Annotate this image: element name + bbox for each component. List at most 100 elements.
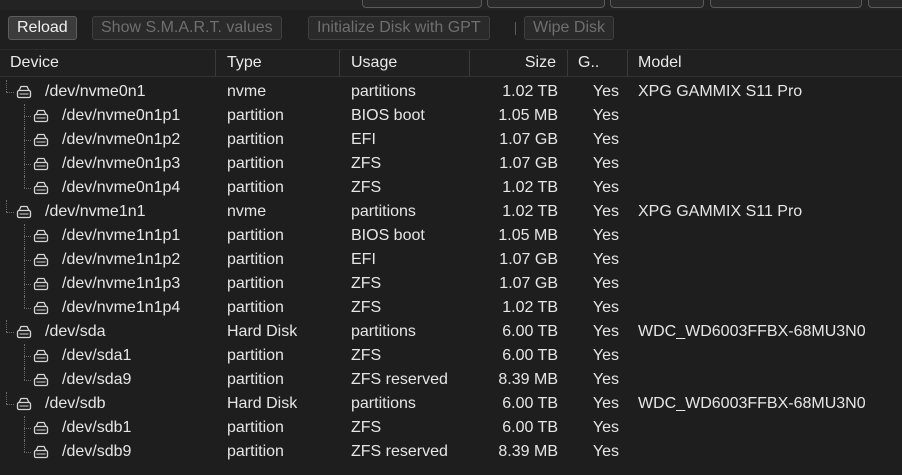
wipe-disk-button[interactable]: Wipe Disk <box>524 16 615 40</box>
type-cell: partition <box>227 155 284 172</box>
hard-drive-icon <box>33 301 49 315</box>
tree-connector <box>24 380 31 381</box>
tree-connector <box>6 200 7 212</box>
model-cell: XPG GAMMIX S11 Pro <box>638 83 803 100</box>
usage-cell: partitions <box>351 323 416 340</box>
type-cell: Hard Disk <box>227 323 298 340</box>
table-row[interactable]: /dev/nvme1n1p4 partition ZFS 1.02 TB Yes <box>0 296 902 320</box>
usage-cell: partitions <box>351 83 416 100</box>
size-cell: 1.07 GB <box>499 251 558 268</box>
device-cell: /dev/nvme0n1p1 <box>62 107 181 124</box>
column-header-gpt[interactable]: G.. <box>568 50 628 76</box>
model-cell: XPG GAMMIX S11 Pro <box>638 203 803 220</box>
device-cell: /dev/sdb9 <box>62 443 132 460</box>
tree-connector <box>24 368 25 380</box>
tree-connector <box>24 428 31 429</box>
initialize-disk-gpt-button[interactable]: Initialize Disk with GPT <box>308 16 490 40</box>
table-row[interactable]: /dev/nvme0n1p3 partition ZFS 1.07 GB Yes <box>0 152 902 176</box>
top-control[interactable] <box>487 0 605 8</box>
top-control[interactable] <box>610 0 704 8</box>
top-control[interactable] <box>710 0 862 8</box>
model-cell <box>638 344 900 368</box>
device-cell: /dev/nvme1n1p1 <box>62 227 181 244</box>
table-row[interactable]: /dev/nvme1n1 nvme partitions 1.02 TB Yes XPG … <box>0 200 902 224</box>
table-row[interactable]: /dev/sda9 partition ZFS reserved 8.39 MB Yes <box>0 368 902 392</box>
model-cell <box>638 152 900 176</box>
device-cell: /dev/sdb <box>45 395 106 412</box>
usage-cell: EFI <box>351 131 376 148</box>
reload-button[interactable]: Reload <box>8 16 77 40</box>
table-row[interactable]: /dev/nvme1n1p1 partition BIOS boot 1.05 MB Y… <box>0 224 902 248</box>
model-cell <box>638 248 900 272</box>
type-cell: nvme <box>227 83 267 100</box>
table-row[interactable]: /dev/sdb Hard Disk partitions 6.00 TB Yes WDC… <box>0 392 902 416</box>
type-cell: partition <box>227 107 284 124</box>
device-cell: /dev/nvme1n1p3 <box>62 275 181 292</box>
device-cell: /dev/nvme1n1p4 <box>62 299 181 316</box>
top-control[interactable] <box>868 0 902 8</box>
type-cell: partition <box>227 227 284 244</box>
tree-connector <box>24 236 31 237</box>
column-header-model[interactable]: Model <box>628 50 902 76</box>
table-row[interactable]: /dev/sda Hard Disk partitions 6.00 TB Yes WDC… <box>0 320 902 344</box>
tree-connector <box>24 260 31 261</box>
tree-connector <box>24 296 25 308</box>
toolbar-separator <box>515 22 516 35</box>
show-smart-values-button[interactable]: Show S.M.A.R.T. values <box>92 16 282 40</box>
device-cell: /dev/sda1 <box>62 347 132 364</box>
type-cell: partition <box>227 275 284 292</box>
device-cell: /dev/sda <box>45 323 106 340</box>
usage-cell: EFI <box>351 251 376 268</box>
usage-cell: BIOS boot <box>351 227 425 244</box>
usage-cell: ZFS <box>351 419 382 436</box>
device-cell: /dev/sdb1 <box>62 419 132 436</box>
gpt-cell: Yes <box>592 419 619 436</box>
size-cell: 1.05 MB <box>498 227 558 244</box>
top-control[interactable] <box>362 0 482 8</box>
hard-drive-icon <box>33 349 49 363</box>
table-row[interactable]: /dev/nvme1n1p3 partition ZFS 1.07 GB Yes <box>0 272 902 296</box>
tree-connector <box>6 212 14 213</box>
model-cell <box>638 176 900 200</box>
table-row[interactable]: /dev/nvme1n1p2 partition EFI 1.07 GB Yes <box>0 248 902 272</box>
size-cell: 1.02 TB <box>502 299 558 316</box>
usage-cell: ZFS reserved <box>351 443 448 460</box>
size-cell: 1.07 GB <box>499 275 558 292</box>
column-header-size[interactable]: Size <box>470 50 568 76</box>
hard-drive-icon <box>33 181 49 195</box>
hard-drive-icon <box>33 277 49 291</box>
table-row[interactable]: /dev/nvme0n1p1 partition BIOS boot 1.05 MB Y… <box>0 104 902 128</box>
hard-drive-icon <box>33 445 49 459</box>
column-header-device[interactable]: Device <box>0 50 216 76</box>
table-header: Device Type Usage Size G.. Model <box>0 49 902 77</box>
gpt-cell: Yes <box>592 155 619 172</box>
hard-drive-icon <box>33 229 49 243</box>
gpt-cell: Yes <box>592 299 619 316</box>
table-row[interactable]: /dev/nvme0n1 nvme partitions 1.02 TB Yes XPG … <box>0 80 902 104</box>
model-cell: WDC_WD6003FFBX-68MU3N0 <box>638 323 866 340</box>
column-header-usage[interactable]: Usage <box>340 50 470 76</box>
size-cell: 1.02 TB <box>502 83 558 100</box>
type-cell: partition <box>227 179 284 196</box>
table-row[interactable]: /dev/nvme0n1p4 partition ZFS 1.02 TB Yes <box>0 176 902 200</box>
gpt-cell: Yes <box>592 347 619 364</box>
size-cell: 1.02 TB <box>502 203 558 220</box>
hard-drive-icon <box>33 109 49 123</box>
gpt-cell: Yes <box>592 179 619 196</box>
gpt-cell: Yes <box>592 107 619 124</box>
table-row[interactable]: /dev/nvme0n1p2 partition EFI 1.07 GB Yes <box>0 128 902 152</box>
model-cell <box>638 128 900 152</box>
hard-drive-icon <box>16 325 32 339</box>
column-header-type[interactable]: Type <box>216 50 340 76</box>
table-row[interactable]: /dev/sdb9 partition ZFS reserved 8.39 MB Yes <box>0 440 902 464</box>
device-cell: /dev/sda9 <box>62 371 132 388</box>
table-row[interactable]: /dev/sda1 partition ZFS 6.00 TB Yes <box>0 344 902 368</box>
type-cell: partition <box>227 347 284 364</box>
table-row[interactable]: /dev/sdb1 partition ZFS 6.00 TB Yes <box>0 416 902 440</box>
model-cell <box>638 416 900 440</box>
type-cell: partition <box>227 443 284 460</box>
type-cell: Hard Disk <box>227 395 298 412</box>
device-cell: /dev/nvme0n1 <box>45 83 146 100</box>
usage-cell: ZFS <box>351 347 382 364</box>
tree-connector <box>6 404 14 405</box>
